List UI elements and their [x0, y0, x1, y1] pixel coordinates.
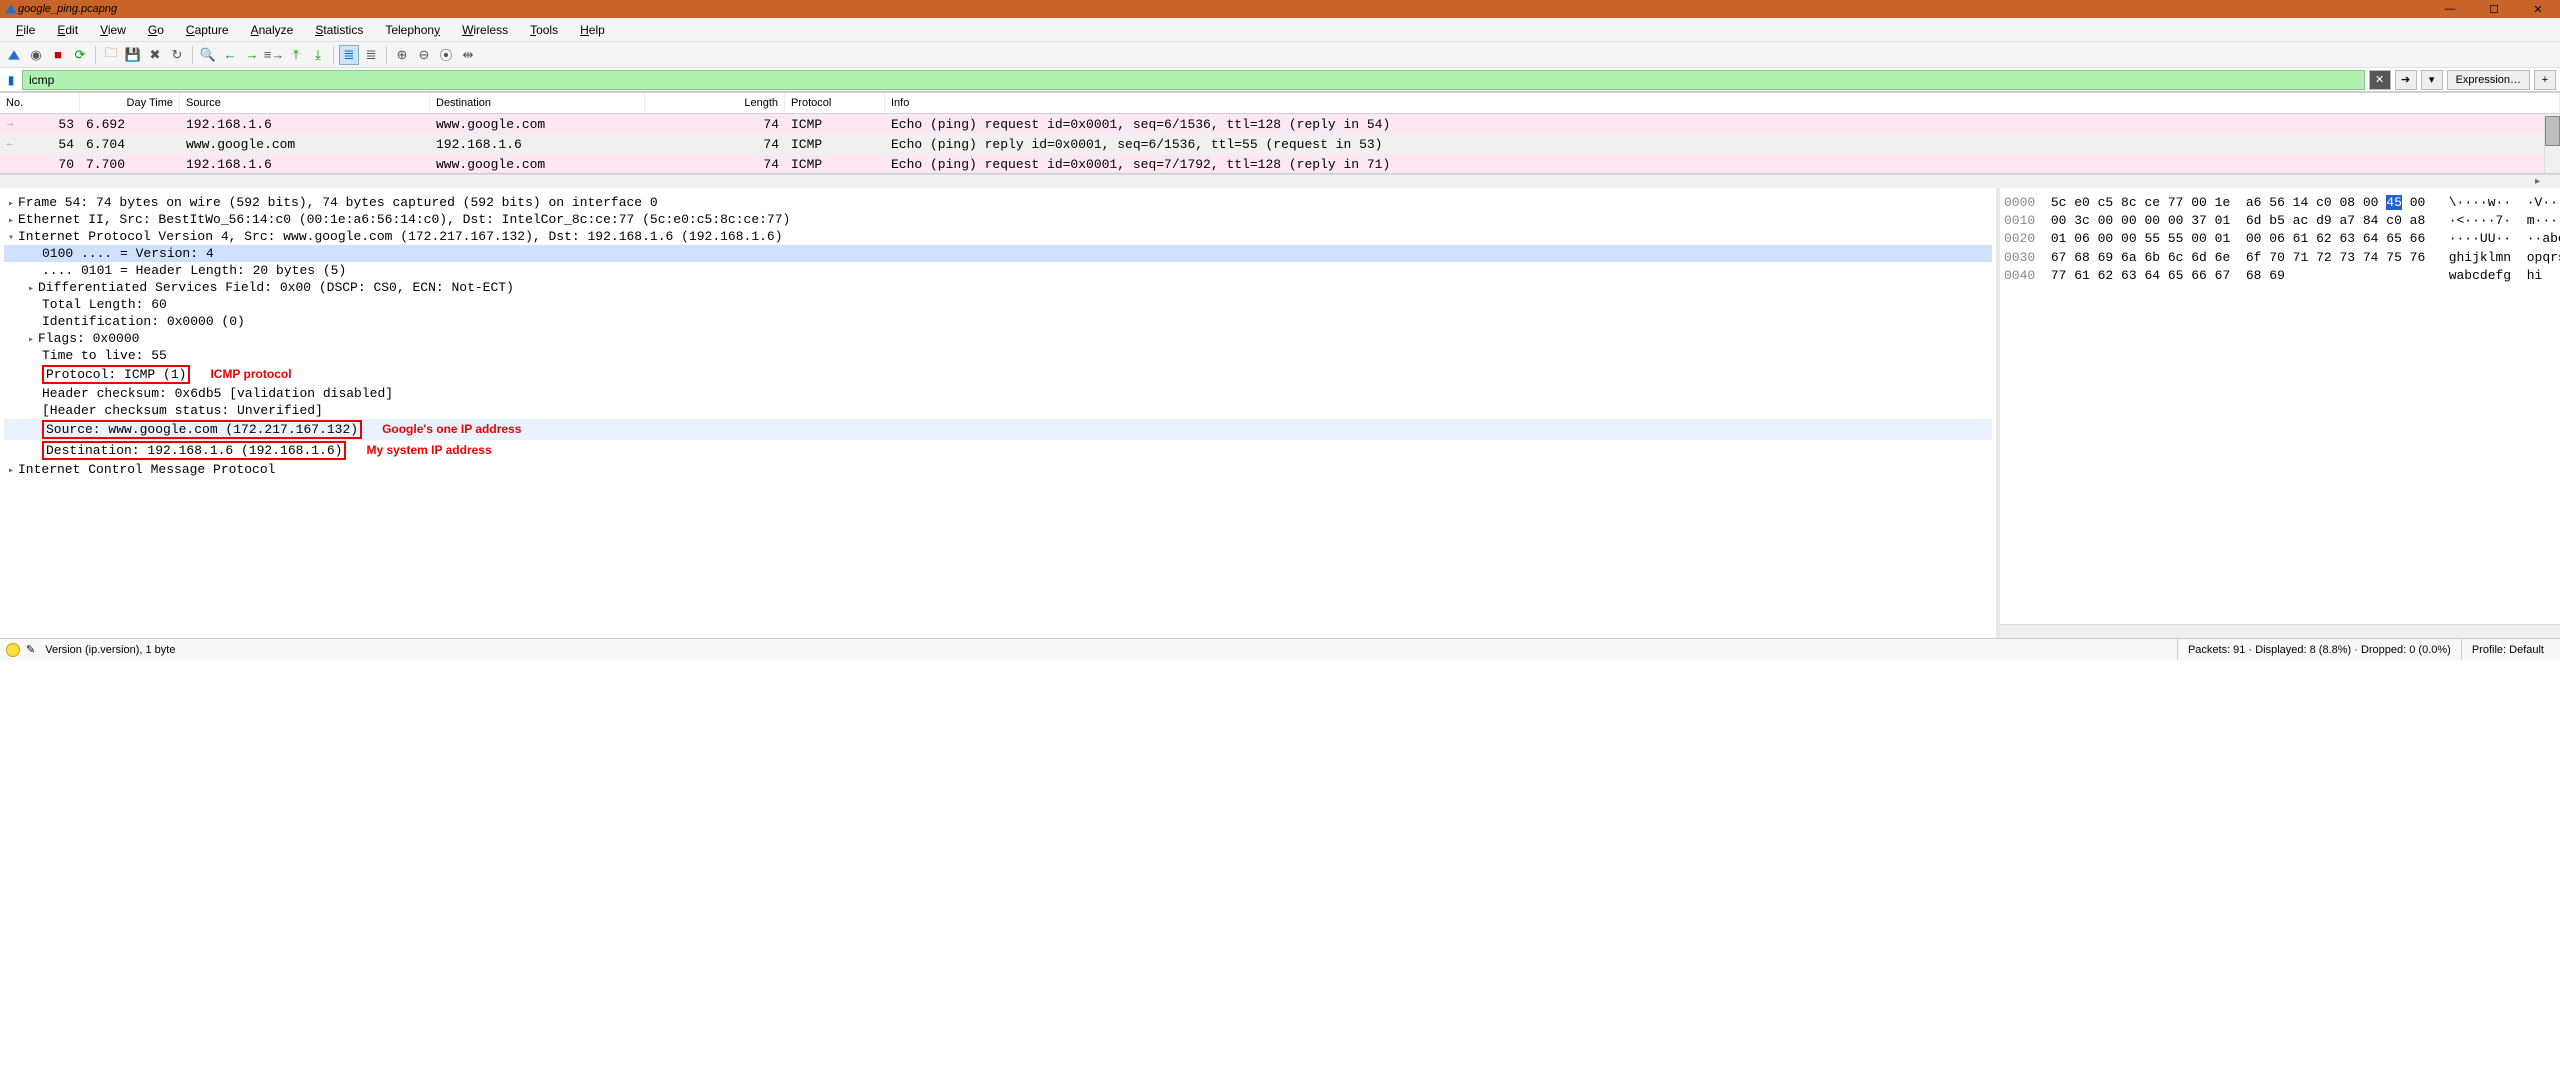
capture-options-icon[interactable]: ◉ [26, 45, 46, 65]
go-last-icon[interactable]: ⤓ [308, 45, 328, 65]
detail-ip-checksum-status[interactable]: [Header checksum status: Unverified] [42, 403, 323, 418]
menu-file[interactable]: File [6, 20, 45, 40]
menu-view[interactable]: View [90, 20, 136, 40]
annotation-protocol: ICMP protocol [210, 367, 291, 381]
detail-ip-flags[interactable]: Flags: 0x0000 [38, 331, 139, 346]
detail-ip-checksum[interactable]: Header checksum: 0x6db5 [validation disa… [42, 386, 393, 401]
minimize-button[interactable]: — [2428, 0, 2472, 18]
titlebar: google_ping.pcapng — ☐ ✕ [0, 0, 2560, 18]
menubar: File Edit View Go Capture Analyze Statis… [0, 18, 2560, 42]
col-protocol[interactable]: Protocol [785, 93, 885, 113]
resize-columns-icon[interactable]: ⇹ [458, 45, 478, 65]
detail-ip-total-length[interactable]: Total Length: 60 [42, 297, 167, 312]
detail-ip-ttl[interactable]: Time to live: 55 [42, 348, 167, 363]
col-time[interactable]: Day Time [80, 93, 180, 113]
reload-icon[interactable]: ↻ [167, 45, 187, 65]
vertical-scrollbar[interactable] [2544, 114, 2560, 173]
hex-highlight: 45 [2386, 195, 2402, 210]
hex-hscroll[interactable] [2000, 624, 2560, 638]
status-packets: Packets: 91 · Displayed: 8 (8.8%) · Drop… [2177, 639, 2461, 660]
annotation-source: Google's one IP address [382, 422, 521, 436]
detail-ip-dsf[interactable]: Differentiated Services Field: 0x00 (DSC… [38, 280, 514, 295]
detail-ip-source[interactable]: Source: www.google.com (172.217.167.132) [42, 420, 362, 439]
autoscroll-icon[interactable]: ≣ [339, 45, 359, 65]
menu-help[interactable]: Help [570, 20, 615, 40]
save-file-icon[interactable]: 💾 [123, 45, 143, 65]
packet-list-header: No. Day Time Source Destination Length P… [0, 92, 2560, 114]
filter-history-dropdown[interactable]: ▾ [2421, 70, 2443, 90]
zoom-reset-icon[interactable]: ⦿ [436, 45, 456, 65]
filter-bookmark-icon[interactable]: ▮ [4, 70, 18, 90]
stop-capture-icon[interactable]: ■ [48, 45, 68, 65]
restart-capture-icon[interactable]: ⟳ [70, 45, 90, 65]
go-forward-icon[interactable]: → [242, 45, 262, 65]
go-to-packet-icon[interactable]: ≡→ [264, 45, 284, 65]
menu-wireless[interactable]: Wireless [452, 20, 518, 40]
table-row[interactable]: ←546.704www.google.com192.168.1.674ICMPE… [0, 134, 2560, 154]
detail-icmp[interactable]: Internet Control Message Protocol [18, 462, 275, 477]
col-destination[interactable]: Destination [430, 93, 645, 113]
go-first-icon[interactable]: ⤒ [286, 45, 306, 65]
zoom-out-icon[interactable]: ⊖ [414, 45, 434, 65]
status-field: Version (ip.version), 1 byte [45, 644, 175, 656]
app-icon [4, 2, 18, 16]
toolbar: ◉ ■ ⟳ 🗀 💾 ✖ ↻ 🔍 ← → ≡→ ⤒ ⤓ ≣ ≣ ⊕ ⊖ ⦿ ⇹ [0, 42, 2560, 68]
go-back-icon[interactable]: ← [220, 45, 240, 65]
hscroll-packetlist[interactable]: ▸ [0, 174, 2560, 188]
edit-icon[interactable]: ✎ [26, 643, 35, 656]
packet-arrow-icon: → [0, 119, 20, 130]
menu-go[interactable]: Go [138, 20, 174, 40]
colorize-icon[interactable]: ≣ [361, 45, 381, 65]
find-packet-icon[interactable]: 🔍 [198, 45, 218, 65]
packet-detail-pane[interactable]: ▸Frame 54: 74 bytes on wire (592 bits), … [0, 188, 2000, 638]
detail-ip[interactable]: Internet Protocol Version 4, Src: www.go… [18, 229, 783, 244]
apply-filter-button[interactable]: ➔ [2395, 70, 2417, 90]
col-info[interactable]: Info [885, 93, 2560, 113]
col-no[interactable]: No. [0, 93, 80, 113]
close-button[interactable]: ✕ [2516, 0, 2560, 18]
zoom-in-icon[interactable]: ⊕ [392, 45, 412, 65]
expert-info-icon[interactable] [6, 643, 20, 657]
detail-frame[interactable]: Frame 54: 74 bytes on wire (592 bits), 7… [18, 195, 658, 210]
menu-edit[interactable]: Edit [47, 20, 88, 40]
detail-ethernet[interactable]: Ethernet II, Src: BestItWo_56:14:c0 (00:… [18, 212, 790, 227]
table-row[interactable]: 707.700192.168.1.6www.google.com74ICMPEc… [0, 154, 2560, 174]
clear-filter-button[interactable]: ✕ [2369, 70, 2391, 90]
detail-ip-header-length[interactable]: .... 0101 = Header Length: 20 bytes (5) [42, 263, 346, 278]
menu-tools[interactable]: Tools [520, 20, 568, 40]
table-row[interactable]: →536.692192.168.1.6www.google.com74ICMPE… [0, 114, 2560, 134]
start-capture-icon[interactable] [4, 45, 24, 65]
filter-bar: ▮ ✕ ➔ ▾ Expression… + [0, 68, 2560, 92]
status-profile[interactable]: Profile: Default [2461, 639, 2554, 660]
open-file-icon[interactable]: 🗀 [101, 45, 121, 65]
detail-ip-version[interactable]: 0100 .... = Version: 4 [42, 246, 214, 261]
display-filter-input[interactable] [22, 70, 2365, 90]
add-filter-button[interactable]: + [2534, 70, 2556, 90]
menu-telephony[interactable]: Telephony [375, 20, 450, 40]
status-bar: ✎ Version (ip.version), 1 byte Packets: … [0, 638, 2560, 660]
menu-analyze[interactable]: Analyze [241, 20, 304, 40]
hex-pane[interactable]: 0000 5c e0 c5 8c ce 77 00 1e a6 56 14 c0… [2000, 188, 2560, 638]
annotation-destination: My system IP address [366, 443, 491, 457]
close-file-icon[interactable]: ✖ [145, 45, 165, 65]
detail-ip-protocol[interactable]: Protocol: ICMP (1) [42, 365, 190, 384]
menu-statistics[interactable]: Statistics [305, 20, 373, 40]
packet-arrow-icon: ← [0, 139, 20, 150]
window-title: google_ping.pcapng [18, 3, 117, 15]
detail-ip-destination[interactable]: Destination: 192.168.1.6 (192.168.1.6) [42, 441, 346, 460]
packet-list[interactable]: →536.692192.168.1.6www.google.com74ICMPE… [0, 114, 2560, 174]
expression-button[interactable]: Expression… [2447, 70, 2530, 90]
col-source[interactable]: Source [180, 93, 430, 113]
detail-ip-identification[interactable]: Identification: 0x0000 (0) [42, 314, 245, 329]
menu-capture[interactable]: Capture [176, 20, 239, 40]
col-length[interactable]: Length [645, 93, 785, 113]
maximize-button[interactable]: ☐ [2472, 0, 2516, 18]
